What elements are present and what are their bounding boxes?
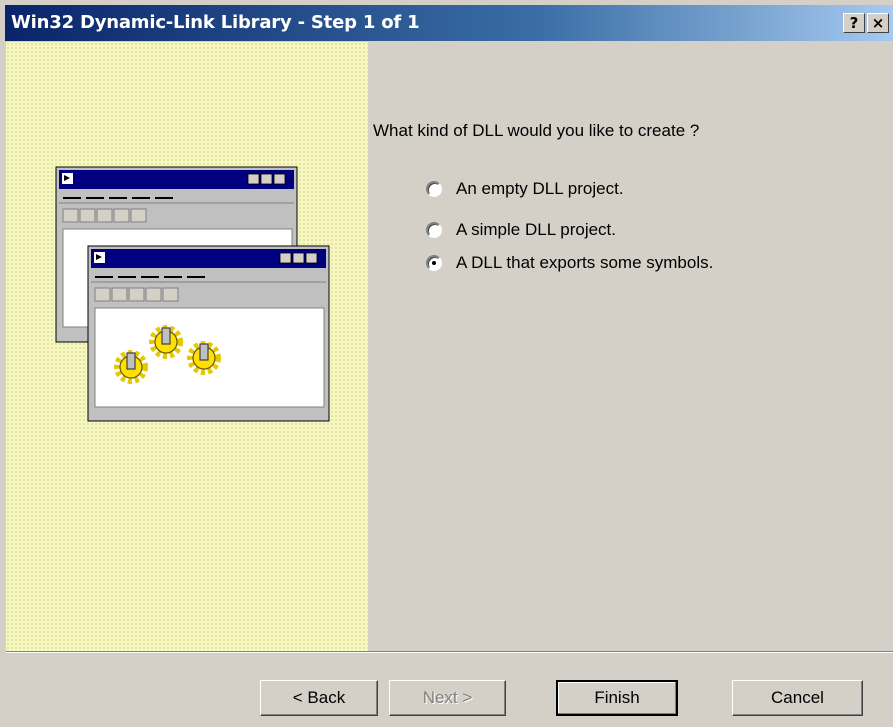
radio-label[interactable]: An empty DLL project. — [456, 179, 624, 199]
title-bar[interactable]: Win32 Dynamic-Link Library - Step 1 of 1… — [5, 5, 893, 41]
radio-label[interactable]: A DLL that exports some symbols. — [456, 253, 713, 273]
cancel-button[interactable]: Cancel — [732, 680, 863, 716]
radio-simple-dll[interactable]: A simple DLL project. — [426, 219, 766, 245]
dll-wizard-illustration — [55, 166, 330, 422]
window-title: Win32 Dynamic-Link Library - Step 1 of 1 — [11, 12, 420, 33]
question-label: What kind of DLL would you like to creat… — [373, 121, 700, 140]
radio-exports-symbols-dll[interactable]: A DLL that exports some symbols. — [426, 252, 766, 278]
front-window-graphic — [87, 245, 330, 422]
button-separator — [6, 651, 893, 653]
wizard-dialog: Win32 Dynamic-Link Library - Step 1 of 1… — [0, 0, 893, 727]
close-button[interactable]: × — [867, 13, 889, 33]
finish-button[interactable]: Finish — [556, 680, 678, 716]
radio-empty-dll[interactable]: An empty DLL project. — [426, 178, 766, 204]
help-button[interactable]: ? — [843, 13, 865, 33]
radio-label[interactable]: A simple DLL project. — [456, 220, 616, 240]
radio-circle[interactable] — [426, 255, 442, 271]
next-button[interactable]: Next > — [389, 680, 506, 716]
radio-circle[interactable] — [426, 181, 442, 197]
wizard-illustration-panel — [6, 42, 368, 651]
radio-circle[interactable] — [426, 222, 442, 238]
radio-selected-dot — [432, 261, 436, 265]
back-button[interactable]: < Back — [260, 680, 378, 716]
